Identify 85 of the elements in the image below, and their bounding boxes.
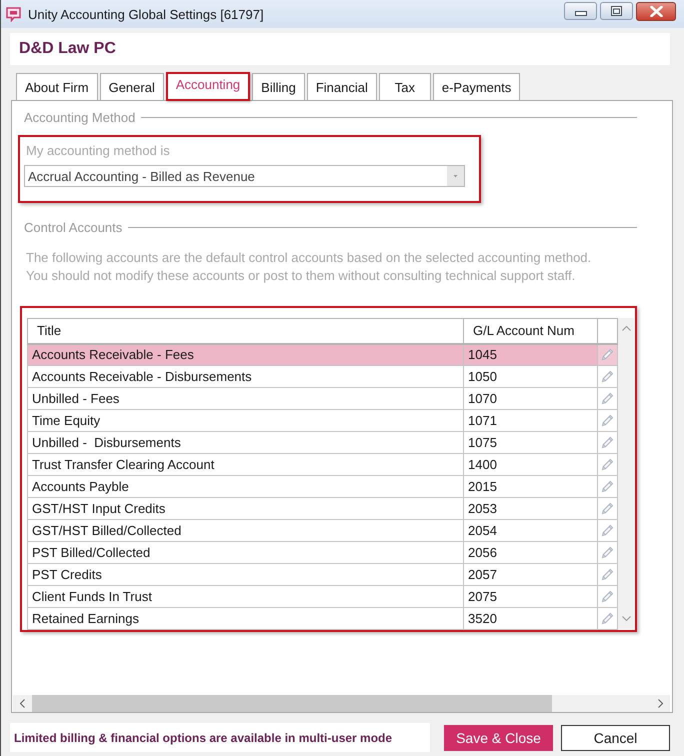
tab[interactable]: Tax — [378, 73, 431, 100]
pencil-icon[interactable] — [601, 414, 614, 427]
table-row[interactable]: Unbilled - Fees 1070 — [28, 388, 618, 410]
table-cell: 1050 — [464, 366, 598, 388]
pencil-icon[interactable] — [601, 502, 614, 515]
pencil-icon[interactable] — [601, 568, 614, 581]
table-cell: 2015 — [464, 476, 598, 498]
scroll-right-icon[interactable] — [658, 699, 663, 708]
table-cell: 2075 — [464, 586, 598, 608]
pencil-icon[interactable] — [601, 458, 614, 471]
scroll-left-icon[interactable] — [20, 699, 25, 708]
table-cell: 2057 — [464, 564, 598, 586]
scrollbar-thumb[interactable] — [32, 695, 552, 712]
pencil-icon[interactable] — [601, 370, 614, 383]
firm-name: D&D Law PC — [19, 40, 116, 58]
table-cell: 1075 — [464, 432, 598, 454]
section-heading: Control Accounts — [24, 220, 122, 234]
close-icon — [650, 6, 662, 17]
pencil-icon[interactable] — [601, 436, 614, 449]
pencil-icon[interactable] — [601, 524, 614, 537]
logo-icon — [6, 6, 21, 22]
tab[interactable]: Financial — [306, 73, 377, 100]
tab[interactable]: e-Payments — [432, 73, 520, 100]
section-heading: Accounting Method — [24, 110, 136, 124]
minimize-button[interactable] — [564, 2, 597, 20]
table-cell: Unbilled - Fees — [28, 388, 464, 410]
pencil-icon[interactable] — [601, 392, 614, 405]
pencil-icon[interactable] — [601, 480, 614, 493]
cancel-button[interactable]: Cancel — [561, 724, 670, 750]
table-cell: 2053 — [464, 498, 598, 520]
table-row[interactable]: Accounts Payble 2015 — [28, 476, 618, 498]
table-cell: GST/HST Billed/Collected — [28, 520, 464, 542]
save-close-button[interactable]: Save & Close — [444, 724, 553, 750]
table-row[interactable]: Client Funds In Trust 2075 — [28, 586, 618, 608]
scroll-up-icon[interactable] — [622, 326, 630, 331]
table-cell: GST/HST Input Credits — [28, 498, 464, 520]
tab[interactable]: Billing — [252, 73, 305, 100]
caret-icon — [447, 166, 464, 186]
table-cell: PST Credits — [28, 564, 464, 586]
table-cell: Unbilled - Disbursements — [28, 432, 464, 454]
table-row[interactable]: PST Credits 2057 — [28, 564, 618, 586]
table-cell: 1045 — [464, 344, 598, 366]
window-title: Unity Accounting Global Settings [61797] — [28, 6, 264, 22]
table-cell: Accounts Payble — [28, 476, 464, 498]
description-text: You should not modify these accounts or post to them without consulting technical support staff. — [26, 267, 576, 285]
maximize-icon — [611, 6, 622, 16]
table-cell: Accounts Receivable - Disbursements — [28, 366, 464, 388]
table-cell: Retained Earnings — [28, 608, 464, 630]
pencil-icon[interactable] — [601, 348, 614, 362]
table-cell: 2056 — [464, 542, 598, 564]
description-text: The following accounts are the default control accounts based on the selected accounting method. — [26, 249, 592, 267]
table-row[interactable]: PST Billed/Collected 2056 — [28, 542, 618, 564]
table-cell: 3520 — [464, 608, 598, 630]
maximize-button[interactable] — [600, 2, 633, 20]
close-button[interactable] — [636, 2, 676, 21]
vertical-scrollbar[interactable] — [618, 318, 634, 629]
table-cell: 1070 — [464, 388, 598, 410]
table-row[interactable]: GST/HST Billed/Collected 2054 — [28, 520, 618, 542]
table-cell: 1071 — [464, 410, 598, 432]
table-cell: PST Billed/Collected — [28, 542, 464, 564]
table-row[interactable]: Time Equity 1071 — [28, 410, 618, 432]
status-message: Limited billing & financial options are available in multi-user mode — [14, 730, 392, 744]
table-cell: Accounts Receivable - Fees — [28, 344, 464, 366]
pencil-icon[interactable] — [601, 612, 614, 625]
pencil-icon[interactable] — [601, 546, 614, 559]
table-row[interactable]: GST/HST Input Credits 2053 — [28, 498, 618, 520]
table-cell: Time Equity — [28, 410, 464, 432]
tab[interactable]: Accounting — [166, 72, 250, 101]
table-row[interactable]: Trust Transfer Clearing Account 1400 — [28, 454, 618, 476]
table-row[interactable]: Accounts Receivable - Fees 1045 — [28, 344, 618, 366]
table-cell: Client Funds In Trust — [28, 586, 464, 608]
horizontal-scrollbar[interactable] — [13, 695, 670, 712]
table-cell: 2054 — [464, 520, 598, 542]
minimize-icon — [574, 11, 586, 16]
table-cell: Trust Transfer Clearing Account — [28, 454, 464, 476]
table-row[interactable]: Retained Earnings 3520 — [28, 608, 618, 630]
table-row[interactable]: Accounts Receivable - Disbursements 1050 — [28, 366, 618, 388]
scroll-down-icon[interactable] — [622, 616, 630, 621]
table-cell: 1400 — [464, 454, 598, 476]
method-dropdown[interactable]: Accrual Accounting - Billed as Revenue — [24, 165, 465, 187]
pencil-icon[interactable] — [601, 590, 614, 603]
tab[interactable]: General — [100, 73, 164, 100]
table-row[interactable]: Unbilled - Disbursements 1075 — [28, 432, 618, 454]
field-label: My accounting method is — [25, 143, 171, 159]
tab[interactable]: About Firm — [16, 73, 98, 100]
